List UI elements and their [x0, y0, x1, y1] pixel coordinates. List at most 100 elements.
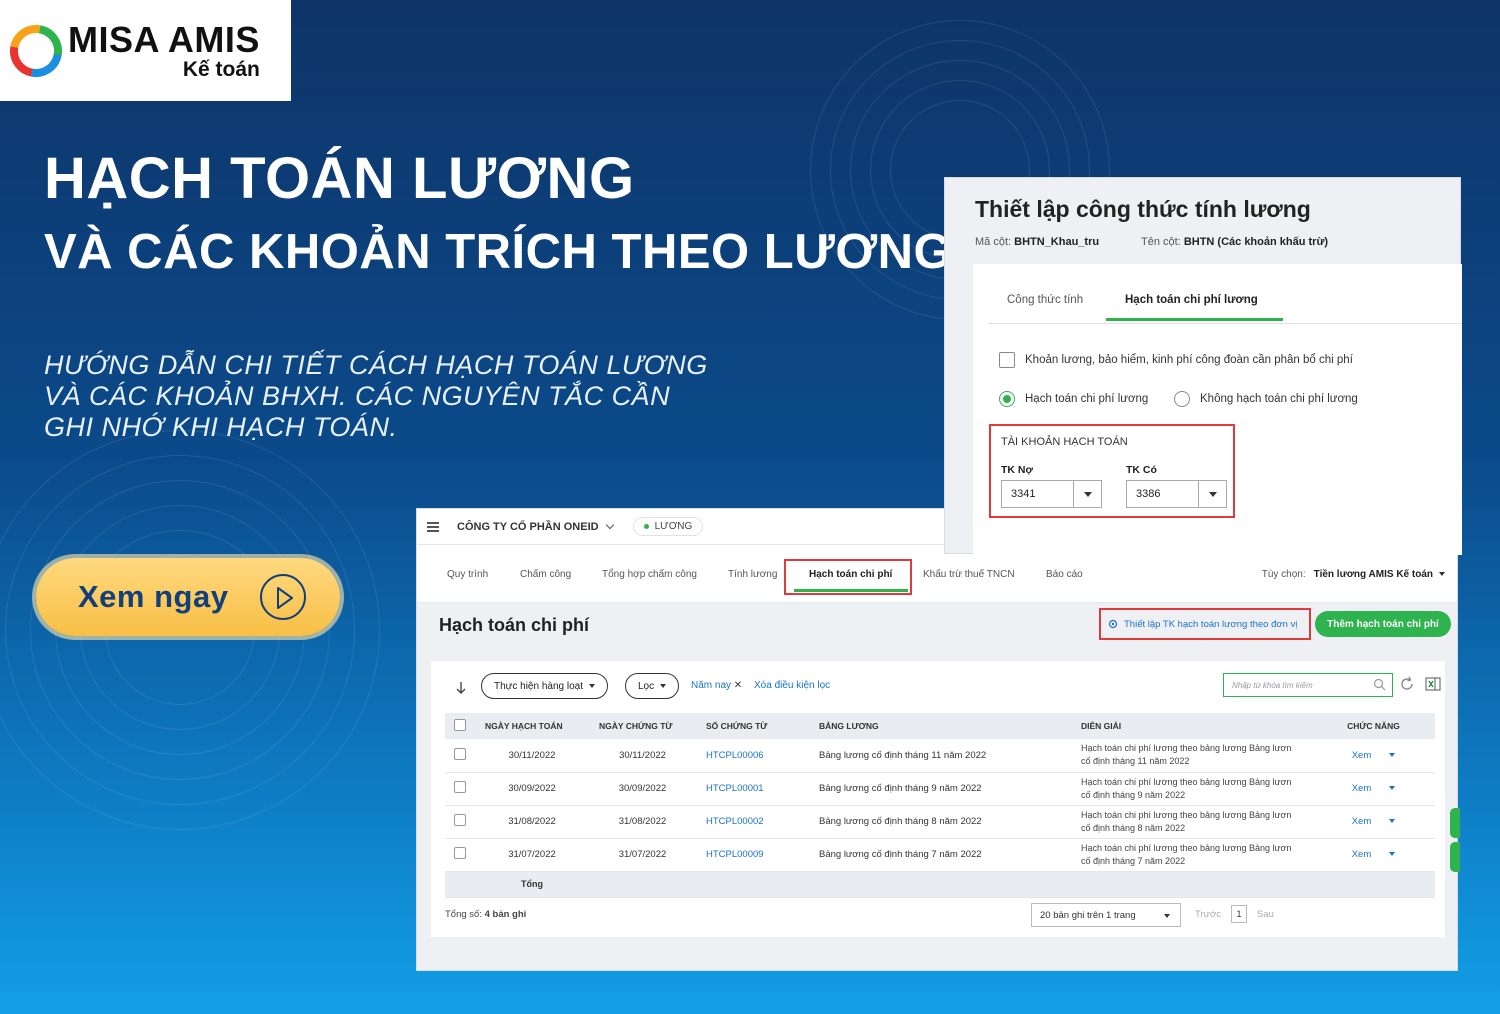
tab-cost-posting[interactable]: Hạch toán chi phí lương [1125, 294, 1258, 306]
payroll-name: Bảng lương cố định tháng 11 năm 2022 [809, 739, 1071, 773]
post-cost-radio-row[interactable]: Hạch toán chi phí lương [999, 391, 1148, 407]
doc-no-link[interactable]: HTCPL00009 [696, 838, 809, 872]
page-title: Hạch toán chi phí [439, 615, 590, 635]
tab-timekeeping[interactable]: Chấm công [520, 569, 571, 580]
options-value: Tiền lương AMIS Kế toán [1313, 569, 1433, 580]
view-link[interactable]: Xem [1352, 750, 1372, 761]
prev-page-button[interactable]: Trước [1195, 909, 1221, 920]
description-line2: cố định tháng 11 năm 2022 [1081, 756, 1190, 767]
module-badge[interactable]: LƯƠNG [632, 517, 704, 536]
description-line1: Hạch toán chi phí lương theo bảng lương … [1081, 809, 1292, 820]
table-row[interactable]: 30/11/2022 30/11/2022 HTCPL00006 Bảng lư… [445, 739, 1435, 773]
table-row[interactable]: 30/09/2022 30/09/2022 HTCPL00001 Bảng lư… [445, 772, 1435, 806]
caret-down-icon[interactable] [1389, 852, 1396, 857]
filter-tag[interactable]: Năm nay ✕ [691, 680, 742, 691]
credit-account-select[interactable]: 3386 [1126, 480, 1227, 508]
posting-accounts-title: TÀI KHOẢN HẠCH TOÁN [1001, 436, 1128, 448]
allocate-cost-checkbox-row[interactable]: Khoản lương, bảo hiểm, kinh phí công đoà… [999, 352, 1353, 368]
tab-formula[interactable]: Công thức tính [1007, 294, 1083, 306]
caret-down-icon[interactable] [1389, 819, 1396, 824]
sort-down-icon[interactable] [455, 681, 467, 695]
filter-button[interactable]: Lọc [625, 673, 680, 699]
description-line2: cố định tháng 9 năm 2022 [1081, 789, 1186, 800]
payroll-name: Bảng lương cố định tháng 7 năm 2022 [809, 838, 1071, 872]
dropdown-arrow-icon[interactable] [1198, 481, 1226, 507]
table-row[interactable]: 31/07/2022 31/07/2022 HTCPL00009 Bảng lư… [445, 838, 1435, 872]
no-post-cost-radio[interactable] [1174, 391, 1190, 407]
tab-process[interactable]: Quy trình [447, 569, 488, 580]
col-description[interactable]: DIỄN GIẢI [1071, 713, 1312, 739]
brand-logo: MISA AMIS Kế toán [0, 0, 291, 101]
company-selector[interactable]: CÔNG TY CỔ PHẦN ONEID [457, 521, 599, 533]
doc-no-link[interactable]: HTCPL00006 [696, 739, 809, 773]
posting-date: 31/08/2022 [475, 805, 589, 839]
excel-export-icon[interactable] [1425, 677, 1441, 691]
table-row[interactable]: 31/08/2022 31/08/2022 HTCPL00002 Bảng lư… [445, 805, 1435, 839]
debit-account-select[interactable]: 3341 [1001, 480, 1102, 508]
bulk-action-button[interactable]: Thực hiện hàng loạt [481, 673, 608, 699]
view-link[interactable]: Xem [1352, 783, 1372, 794]
search-input[interactable]: Nhập từ khóa tìm kiếm [1223, 673, 1393, 697]
tab-cost-accounting[interactable]: Hạch toán chi phí [809, 569, 892, 580]
data-panel: Thực hiện hàng loạt Lọc Năm nay ✕ Xóa đi… [431, 661, 1445, 937]
view-now-button[interactable]: Xem ngay [36, 558, 340, 636]
next-page-button[interactable]: Sau [1257, 909, 1274, 920]
tab-pit-deduction[interactable]: Khấu trừ thuế TNCN [923, 569, 1015, 580]
col-doc-no[interactable]: SỐ CHỨNG TỪ [696, 713, 809, 739]
page-size-select[interactable]: 20 bản ghi trên 1 trang [1031, 903, 1181, 927]
page-number[interactable]: 1 [1231, 905, 1247, 923]
caret-down-icon[interactable] [1389, 786, 1396, 791]
refresh-icon[interactable] [1399, 676, 1415, 692]
menu-icon[interactable] [427, 521, 439, 532]
row-checkbox[interactable] [454, 814, 466, 826]
view-link[interactable]: Xem [1352, 816, 1372, 827]
add-cost-entry-button[interactable]: Thêm hạch toán chi phí [1315, 611, 1451, 637]
setup-account-link[interactable]: Thiết lập TK hạch toán lương theo đơn vị [1099, 608, 1311, 640]
dialog-title: Thiết lập công thức tính lương [975, 196, 1311, 222]
column-code: Mã cột: BHTN_Khau_tru [975, 236, 1099, 248]
view-link[interactable]: Xem [1352, 849, 1372, 860]
side-tab[interactable] [1450, 808, 1460, 838]
close-icon[interactable]: ✕ [734, 680, 742, 691]
table-header-row: NGÀY HẠCH TOÁN NGÀY CHỨNG TỪ SỐ CHỨNG TỪ… [445, 713, 1435, 739]
chevron-down-icon[interactable] [605, 520, 614, 529]
setup-account-label: Thiết lập TK hạch toán lương theo đơn vị [1124, 618, 1298, 630]
allocate-cost-label: Khoản lương, bảo hiểm, kinh phí công đoà… [1025, 354, 1353, 366]
col-actions[interactable]: CHỨC NĂNG [1312, 713, 1435, 739]
credit-account-value: 3386 [1136, 488, 1161, 500]
doc-date: 30/11/2022 [589, 739, 696, 773]
tab-timesheet-summary[interactable]: Tổng hợp chấm công [602, 569, 697, 580]
posting-date: 31/07/2022 [475, 838, 589, 872]
col-posting-date[interactable]: NGÀY HẠCH TOÁN [475, 713, 589, 739]
hero-subtitle-line2: VÀ CÁC KHOẢN BHXH. CÁC NGUYÊN TẮC CẦN [44, 381, 671, 411]
doc-no-link[interactable]: HTCPL00002 [696, 805, 809, 839]
col-doc-date[interactable]: NGÀY CHỨNG TỪ [589, 713, 696, 739]
hero-subtitle-line1: HƯỚNG DẪN CHI TIẾT CÁCH HẠCH TOÁN LƯƠNG [44, 350, 708, 380]
clear-filter-link[interactable]: Xóa điều kiện lọc [754, 680, 830, 691]
caret-down-icon[interactable] [1389, 753, 1396, 758]
filter-label: Lọc [638, 680, 655, 692]
posting-date: 30/09/2022 [475, 772, 589, 806]
row-checkbox[interactable] [454, 781, 466, 793]
column-name-label: Tên cột: [1141, 236, 1181, 248]
debit-account-value: 3341 [1011, 488, 1036, 500]
col-payroll[interactable]: BẢNG LƯƠNG [809, 713, 1071, 739]
doc-no-link[interactable]: HTCPL00001 [696, 772, 809, 806]
select-all-checkbox[interactable] [454, 719, 466, 731]
dropdown-arrow-icon[interactable] [1073, 481, 1101, 507]
side-tab[interactable] [1450, 842, 1460, 872]
options-selector[interactable]: Tùy chọn: Tiền lương AMIS Kế toán [1262, 569, 1445, 580]
tab-reports[interactable]: Báo cáo [1046, 569, 1083, 580]
no-post-cost-radio-row[interactable]: Không hạch toán chi phí lương [1174, 391, 1358, 407]
allocate-cost-checkbox[interactable] [999, 352, 1015, 368]
search-icon[interactable] [1373, 678, 1386, 691]
tab-payroll[interactable]: Tính lương [728, 569, 777, 580]
record-count-label: Tổng số: [445, 909, 482, 920]
post-cost-radio[interactable] [999, 391, 1015, 407]
doc-date: 31/07/2022 [589, 838, 696, 872]
row-checkbox[interactable] [454, 747, 466, 760]
total-label: Tổng [475, 871, 589, 898]
row-checkbox[interactable] [454, 847, 466, 859]
tab-divider [988, 323, 1462, 324]
credit-account-label: TK Có [1126, 464, 1157, 476]
